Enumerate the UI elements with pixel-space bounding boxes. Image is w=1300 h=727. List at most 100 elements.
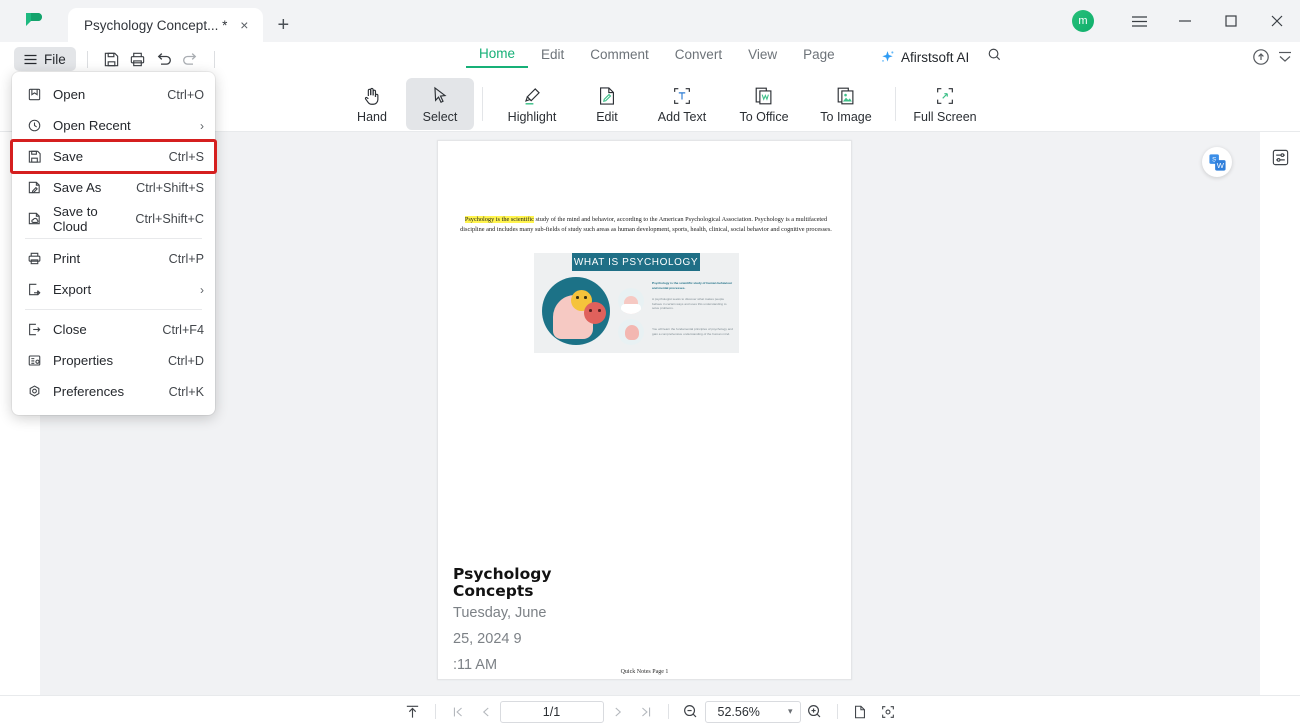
menu-item-open[interactable]: Open Ctrl+O (12, 79, 215, 110)
highlighter-icon (525, 87, 540, 105)
last-page-icon[interactable] (632, 700, 660, 724)
tool-hand[interactable]: Hand (338, 78, 406, 130)
document-tab[interactable]: Psychology Concept... * × (68, 8, 264, 42)
close-window-button[interactable] (1254, 0, 1300, 42)
divider (213, 50, 215, 68)
tab-title: Psychology Concept... * (84, 17, 228, 33)
new-tab-button[interactable]: + (263, 8, 303, 42)
infographic-point-1: A psychologist seeks to discover what ma… (652, 297, 727, 311)
translate-button[interactable]: S W (1202, 147, 1232, 177)
tab-view[interactable]: View (735, 47, 790, 67)
menu-item-open-recent[interactable]: Open Recent › (12, 110, 215, 141)
cursor-icon (434, 86, 447, 103)
menu-item-preferences[interactable]: Preferences Ctrl+K (12, 376, 215, 407)
afirstsoft-ai-button[interactable]: Afirstsoft AI (880, 47, 1002, 67)
menu-item-export[interactable]: Export › (12, 274, 215, 305)
tool-to-office[interactable]: To Office (723, 78, 805, 130)
properties-panel-icon[interactable] (1268, 145, 1292, 169)
menu-item-shortcut: Ctrl+P (168, 251, 204, 266)
title-bar: Psychology Concept... * × + m (0, 0, 1300, 42)
close-icon[interactable]: × (235, 18, 253, 32)
tool-select[interactable]: Select (406, 78, 474, 130)
divider (25, 238, 202, 239)
undo-icon[interactable] (151, 46, 177, 72)
tool-label: Highlight (507, 109, 557, 124)
document-canvas[interactable]: S W Psychology is the scientific study o… (40, 132, 1260, 695)
pdf-page[interactable]: Psychology is the scientific study of th… (437, 140, 852, 680)
properties-icon (26, 353, 43, 368)
zoom-in-icon[interactable] (801, 700, 829, 724)
subtitle-line-2: 25, 2024 9 (453, 631, 522, 647)
ai-label: Afirstsoft AI (901, 49, 970, 65)
menu-item-properties[interactable]: Properties Ctrl+D (12, 345, 215, 376)
close-door-icon (26, 322, 43, 337)
application-window: Psychology Concept... * × + m File Home … (0, 0, 1300, 727)
print-icon[interactable] (125, 46, 151, 72)
hamburger-icon (24, 54, 37, 64)
tool-highlight[interactable]: Highlight (491, 78, 573, 130)
ribbon-tab-bar: Home Edit Comment Convert View Page (466, 46, 848, 68)
afirstsoft-logo-icon (26, 13, 42, 26)
svg-text:W: W (1216, 161, 1224, 170)
menu-item-close[interactable]: Close Ctrl+F4 (12, 314, 215, 345)
tab-edit[interactable]: Edit (528, 47, 577, 67)
save-icon[interactable] (99, 46, 125, 72)
menu-item-print[interactable]: Print Ctrl+P (12, 243, 215, 274)
single-page-view-icon[interactable] (846, 700, 874, 724)
menu-item-save-as[interactable]: Save As Ctrl+Shift+S (12, 172, 215, 203)
tool-add-text[interactable]: Add Text (641, 78, 723, 130)
document-subtitle: Tuesday, June 25, 2024 9 :11 AM (453, 600, 603, 678)
prev-page-icon[interactable] (472, 700, 500, 724)
tool-to-image[interactable]: To Image (805, 78, 887, 130)
save-disk-icon (26, 149, 43, 164)
tool-full-screen[interactable]: Full Screen (904, 78, 986, 130)
minimize-button[interactable] (1162, 0, 1208, 42)
file-dropdown-menu: Open Ctrl+O Open Recent › Save Ctrl+S Sa… (10, 72, 217, 415)
zoom-level-select[interactable]: 52.56% ▾ (704, 700, 801, 723)
full-screen-icon (937, 87, 953, 104)
document-title: Psychology Concepts (453, 565, 552, 600)
app-logo (0, 0, 68, 42)
maximize-button[interactable] (1208, 0, 1254, 42)
divider (434, 704, 436, 719)
angry-face-icon (584, 302, 606, 324)
divider (667, 704, 669, 719)
psychologist-illustration (618, 288, 644, 314)
menu-item-save-to-cloud[interactable]: Save to Cloud Ctrl+Shift+C (12, 203, 215, 234)
cloud-upload-icon[interactable] (1252, 48, 1270, 71)
save-as-icon (26, 180, 43, 195)
next-page-icon[interactable] (604, 700, 632, 724)
tab-home[interactable]: Home (466, 46, 529, 68)
tool-label: Hand (357, 109, 387, 124)
tab-convert[interactable]: Convert (662, 47, 735, 67)
open-file-icon (26, 87, 43, 102)
file-menu-button[interactable]: File (14, 47, 76, 71)
tab-page[interactable]: Page (790, 47, 848, 67)
redo-icon[interactable] (177, 46, 203, 72)
zoom-out-icon[interactable] (677, 700, 705, 724)
search-icon[interactable] (987, 47, 1002, 67)
collapse-ribbon-icon[interactable] (1276, 48, 1294, 71)
scroll-top-icon[interactable] (399, 700, 427, 724)
recent-clock-icon (26, 118, 43, 133)
avatar[interactable]: m (1072, 10, 1094, 32)
menu-item-save[interactable]: Save Ctrl+S (10, 139, 217, 174)
tool-edit[interactable]: Edit (573, 78, 641, 130)
chevron-right-icon: › (200, 282, 204, 297)
preferences-gear-icon (26, 384, 43, 399)
divider (86, 50, 88, 68)
menu-item-label: Export (53, 282, 92, 297)
page-number-input[interactable]: 1/1 (499, 700, 604, 723)
add-text-icon (674, 87, 690, 104)
menu-item-label: Open Recent (53, 118, 131, 133)
hamburger-menu-icon[interactable] (1116, 0, 1162, 42)
chevron-down-icon: ▾ (787, 706, 793, 716)
sparkle-icon (882, 50, 894, 62)
menu-item-label: Close (53, 322, 87, 337)
infographic-point-2: You will learn the fundamental principle… (652, 327, 733, 336)
document-paragraph: Psychology is the scientific study of th… (455, 215, 837, 235)
fit-page-icon[interactable] (874, 700, 902, 724)
tab-comment[interactable]: Comment (577, 47, 662, 67)
first-page-icon[interactable] (444, 700, 472, 724)
highlighted-text: Psychology is the scientific (464, 216, 534, 223)
